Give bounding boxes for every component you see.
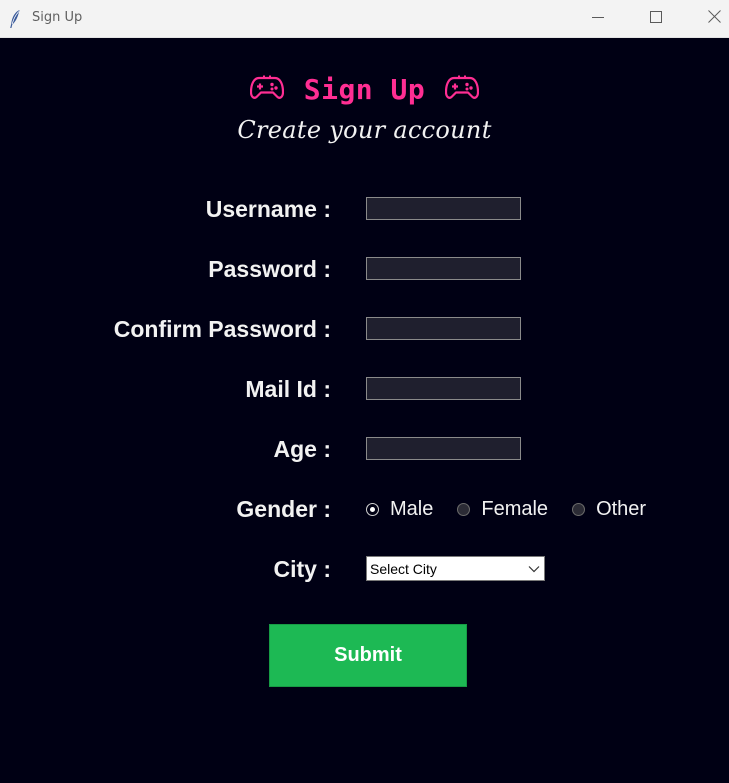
radio-unchecked-icon[interactable] xyxy=(457,502,471,516)
signup-window: Sign Up Sign Up Create your account User… xyxy=(0,0,729,783)
confirm-password-input[interactable] xyxy=(366,317,521,340)
password-input[interactable] xyxy=(366,257,521,280)
mail-label: Mail Id : xyxy=(245,376,331,402)
gender-option-label[interactable]: Male xyxy=(390,498,433,521)
minimize-button[interactable] xyxy=(575,0,621,37)
window-title: Sign Up xyxy=(32,10,83,25)
gender-radio-male[interactable]: Male xyxy=(366,498,433,521)
feather-icon xyxy=(8,9,22,29)
gender-radio-group: Male Female Other xyxy=(366,497,670,521)
age-input[interactable] xyxy=(366,437,521,460)
password-label: Password : xyxy=(208,256,331,282)
gender-radio-female[interactable]: Female xyxy=(457,498,548,521)
city-dropdown[interactable]: Select City xyxy=(366,556,545,581)
gender-label: Gender : xyxy=(236,496,331,522)
close-button[interactable] xyxy=(691,0,729,37)
page-subtitle: Create your account xyxy=(237,116,492,144)
close-icon xyxy=(707,9,721,28)
page-title: Sign Up xyxy=(303,72,426,106)
gender-option-label[interactable]: Other xyxy=(596,498,646,521)
gender-option-label[interactable]: Female xyxy=(481,498,548,521)
gamepad-icon xyxy=(445,73,480,106)
radio-checked-icon[interactable] xyxy=(366,502,379,516)
radio-unchecked-icon[interactable] xyxy=(572,502,586,516)
city-label: City : xyxy=(273,556,332,582)
maximize-button[interactable] xyxy=(633,0,679,37)
city-selected-value: Select City xyxy=(370,560,437,577)
mail-input[interactable] xyxy=(366,377,521,400)
age-label: Age : xyxy=(273,436,332,462)
gender-radio-other[interactable]: Other xyxy=(572,498,646,521)
gamepad-icon xyxy=(249,73,284,106)
header-title-row: Sign Up xyxy=(0,68,729,110)
confirm-password-label: Confirm Password : xyxy=(113,316,331,342)
username-input[interactable] xyxy=(366,197,521,220)
chevron-down-icon xyxy=(528,560,540,578)
header: Sign Up xyxy=(0,68,729,110)
submit-button[interactable]: Submit xyxy=(269,624,467,687)
title-bar[interactable]: Sign Up xyxy=(0,0,729,38)
username-label: Username : xyxy=(205,196,331,222)
minimize-icon xyxy=(592,10,604,28)
maximize-icon xyxy=(650,10,662,28)
